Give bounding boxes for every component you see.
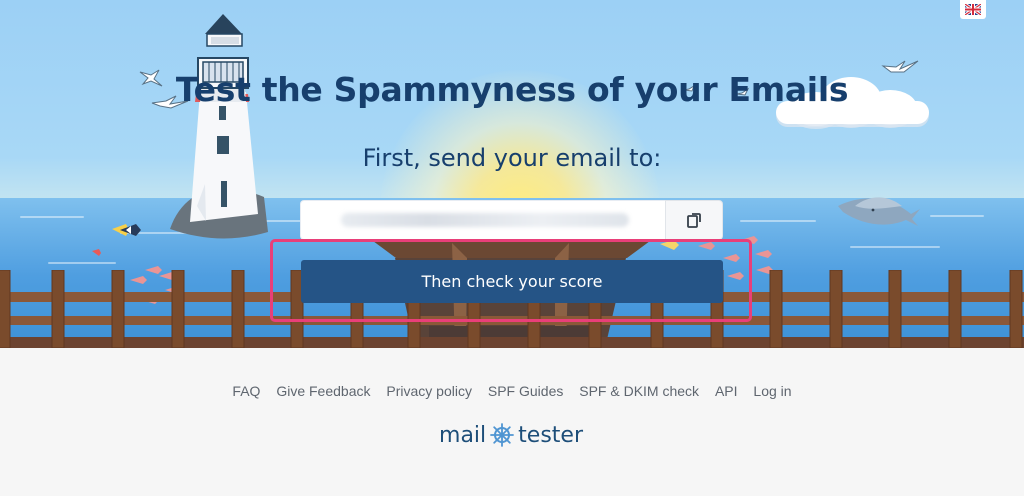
footer: FAQ Give Feedback Privacy policy SPF Gui…: [0, 348, 1024, 496]
ship-wheel-icon: [490, 423, 515, 447]
send-email-instruction: First, send your email to:: [362, 144, 662, 172]
copy-email-button[interactable]: [665, 200, 723, 240]
privacy-policy-link[interactable]: Privacy policy: [386, 383, 472, 399]
api-link[interactable]: API: [715, 383, 738, 399]
spf-dkim-check-link[interactable]: SPF & DKIM check: [579, 383, 699, 399]
give-feedback-link[interactable]: Give Feedback: [276, 383, 370, 399]
spf-guides-link[interactable]: SPF Guides: [488, 383, 563, 399]
mail-tester-logo[interactable]: mail tester: [439, 421, 583, 449]
copy-icon: [684, 210, 704, 230]
log-in-link[interactable]: Log in: [753, 383, 791, 399]
page-title: Test the Spammyness of your Emails: [175, 70, 849, 110]
dolphin-icon: [838, 197, 920, 226]
lighthouse-icon: [170, 14, 268, 239]
brand-tester-text: tester: [518, 422, 583, 448]
uk-flag-icon: [965, 4, 981, 15]
language-flag-button[interactable]: [960, 0, 986, 19]
email-address-field[interactable]: [300, 200, 665, 240]
check-score-button[interactable]: Then check your score: [301, 260, 723, 303]
brand-mail-text: mail: [439, 422, 487, 448]
footer-links: FAQ Give Feedback Privacy policy SPF Gui…: [0, 383, 1024, 399]
faq-link[interactable]: FAQ: [232, 383, 260, 399]
mail-tester-page: Test the Spammyness of your Emails First…: [0, 0, 1024, 496]
redacted-email-text: [341, 213, 629, 227]
hero-scene: Test the Spammyness of your Emails First…: [0, 0, 1024, 348]
